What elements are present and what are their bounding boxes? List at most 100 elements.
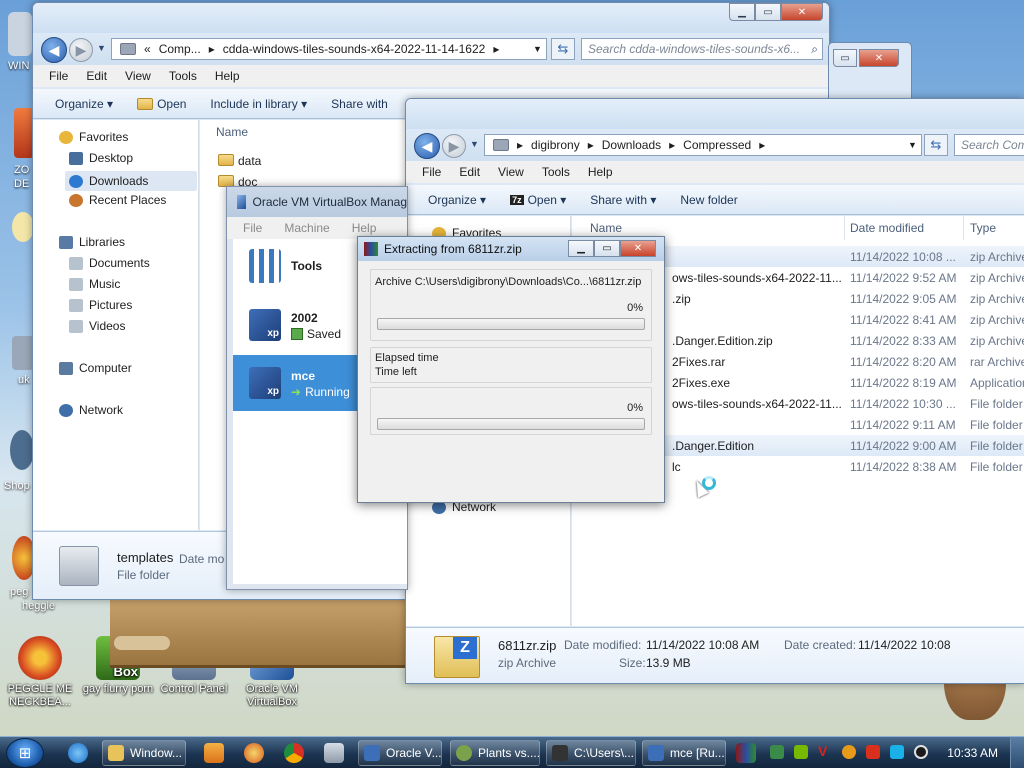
tray-icon-v[interactable]: V [818,743,832,759]
menu-help[interactable]: Help [215,69,240,83]
open-button[interactable]: 7z Open ▾ [510,193,566,207]
menu-help[interactable]: Help [588,165,613,179]
large-folder-icon [59,546,99,586]
include-in-library-button[interactable]: Include in library ▾ [210,97,307,111]
organize-button[interactable]: Organize ▾ [55,97,113,111]
chrome-icon[interactable] [284,743,304,763]
address-dropdown[interactable]: ▼ [908,140,917,150]
winrar-icon[interactable] [736,743,756,763]
maximize-button[interactable]: ▭ [755,3,781,21]
search-icon: ⌕ [811,42,818,56]
open-folder-icon [137,97,154,110]
extract-progress-dialog[interactable]: Extracting from 6811zr.zip ▁ ▭ ✕ Archive… [357,236,665,503]
show-desktop-button[interactable] [1010,737,1024,768]
menu-view[interactable]: View [498,165,524,179]
start-button[interactable]: ⊞ [6,738,44,768]
recent-pages-dropdown[interactable]: ▼ [470,139,479,149]
search-input[interactable]: Search cdda-windows-tiles-sounds-x6... ⌕ [581,38,823,60]
column-header-name[interactable]: Name [216,120,248,144]
breadcrumb-part[interactable]: digibrony [531,138,580,152]
minimize-button[interactable]: ▁ [729,3,755,21]
organize-button[interactable]: Organize ▾ [428,193,486,207]
tray-icon-volume[interactable] [914,745,928,759]
menu-edit[interactable]: Edit [459,165,480,179]
title-bar[interactable]: Oracle VM VirtualBox Manag [227,187,407,217]
menu-tools[interactable]: Tools [169,69,197,83]
menu-help[interactable]: Help [352,221,377,235]
file-type: File folder [970,439,1023,453]
breadcrumb-part[interactable]: Downloads [602,138,661,152]
forward-button[interactable]: ▶ [442,134,466,158]
address-bar[interactable]: ▸ digibrony ▸ Downloads ▸ Compressed ▸ [484,134,922,156]
menu-file[interactable]: File [243,221,262,235]
paint-icon[interactable] [244,743,264,763]
menu-machine[interactable]: Machine [284,221,329,235]
tray-icon-flag[interactable] [866,745,880,759]
address-bar[interactable]: « Comp... ▸ cdda-windows-tiles-sounds-x6… [111,38,547,60]
desktop-icon-peggle[interactable]: PEGGLE ME NECKBEA... [0,636,80,709]
open-button[interactable]: Open [137,97,186,111]
back-button[interactable]: ◀ [414,133,440,159]
edge-icon-4[interactable] [12,336,34,370]
taskbar-item-mce-running[interactable]: mce [Ru... [642,740,726,766]
media-player-icon[interactable] [204,743,224,763]
title-bar[interactable] [406,99,1024,129]
edge-icon-1[interactable] [8,12,32,56]
hidden-window-caption[interactable]: ▭ ✕ [828,42,912,102]
refresh-button[interactable]: ⇆ [551,38,575,60]
nav-pictures[interactable]: Pictures [69,298,132,312]
title-bar[interactable]: ▁ ▭ ✕ [33,3,829,33]
details-modified-label: Date modified: [564,638,642,652]
recent-pages-dropdown[interactable]: ▼ [97,43,106,53]
hidden-window-maximize[interactable]: ▭ [833,49,857,67]
minimize-button[interactable]: ▁ [568,240,594,257]
new-folder-button[interactable]: New folder [680,193,737,207]
nav-favorites[interactable]: Favorites [59,130,128,144]
breadcrumb-part[interactable]: Comp... [159,42,201,56]
tray-icon-gpu[interactable] [794,745,808,759]
breadcrumb-part[interactable]: Compressed [683,138,751,152]
nav-libraries[interactable]: Libraries [59,235,125,249]
forward-button[interactable]: ▶ [69,38,93,62]
windows-xp-icon: xp [249,309,281,341]
menu-edit[interactable]: Edit [86,69,107,83]
address-row: ◀ ▶ ▼ « Comp... ▸ cdda-windows-tiles-sou… [33,33,829,65]
breadcrumb-part[interactable]: cdda-windows-tiles-sounds-x64-2022-11-14… [223,42,486,56]
tray-icon-network-tool[interactable] [770,745,784,759]
edge-icon-5[interactable] [10,430,34,470]
nav-documents[interactable]: Documents [69,256,150,270]
system-clock[interactable]: 10:33 AM [947,746,998,760]
internet-explorer-icon[interactable] [68,743,88,763]
menu-tools[interactable]: Tools [542,165,570,179]
share-with-button[interactable]: Share with [331,97,388,111]
calculator-icon[interactable] [324,743,344,763]
nav-videos[interactable]: Videos [69,319,125,333]
nav-desktop[interactable]: Desktop [69,151,133,165]
nav-computer[interactable]: Computer [59,361,132,375]
maximize-button[interactable]: ▭ [594,240,620,257]
nav-downloads[interactable]: Downloads [65,171,197,191]
taskbar-item-oracle-vm[interactable]: Oracle V... [358,740,442,766]
nav-network[interactable]: Network [59,403,123,417]
nav-music[interactable]: Music [69,277,120,291]
taskbar-item-plants-vs-zombies[interactable]: Plants vs.... [450,740,540,766]
close-button[interactable]: ✕ [620,240,656,257]
tray-icon-monitor[interactable] [890,745,904,759]
taskbar-item-windows-explorer[interactable]: Window... [102,740,186,766]
edge-icon-3[interactable] [12,212,34,242]
share-with-button[interactable]: Share with ▾ [590,193,656,207]
nav-recent-places[interactable]: Recent Places [69,193,166,207]
tray-icon-search[interactable] [842,745,856,759]
refresh-button[interactable]: ⇆ [924,134,948,156]
menu-view[interactable]: View [125,69,151,83]
edge-icon-2[interactable] [14,108,34,158]
taskbar-item-7zip-window[interactable]: C:\Users\... [546,740,636,766]
address-dropdown[interactable]: ▼ [533,44,542,54]
hidden-window-close[interactable]: ✕ [859,49,899,67]
menu-file[interactable]: File [49,69,68,83]
back-button[interactable]: ◀ [41,37,67,63]
breadcrumb-part[interactable]: « [144,42,151,56]
close-button[interactable]: ✕ [781,3,823,21]
search-input[interactable]: Search Com [954,134,1024,156]
menu-file[interactable]: File [422,165,441,179]
